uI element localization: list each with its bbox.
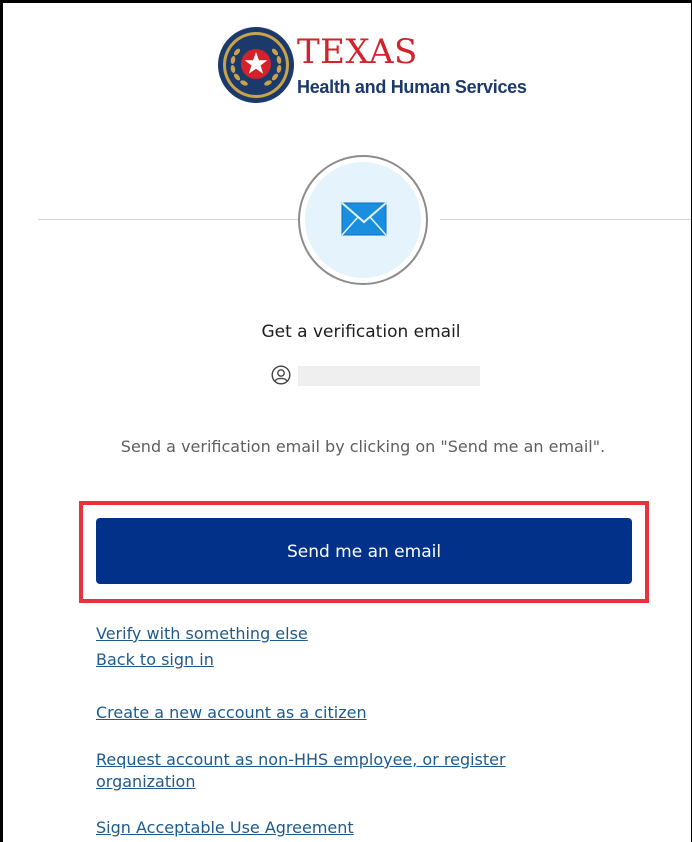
logo-title: TEXAS: [297, 32, 418, 72]
texas-hhs-logo: TEXAS Health and Human Services: [217, 23, 527, 105]
sign-agreement-link[interactable]: Sign Acceptable Use Agreement: [96, 817, 354, 839]
identifier-value: [298, 366, 480, 386]
page-title: Get a verification email: [261, 322, 461, 342]
logo-subtitle: Health and Human Services: [297, 77, 527, 97]
divider-right: [440, 219, 691, 220]
envelope-icon: [341, 202, 387, 236]
verify-other-link[interactable]: Verify with something else: [96, 623, 308, 645]
factor-icon-background: [305, 162, 421, 278]
verification-page: TEXAS Health and Human Services Get a ve…: [0, 0, 692, 842]
texas-seal-icon: [218, 27, 294, 103]
user-circle-icon: [271, 365, 291, 385]
send-email-button[interactable]: Send me an email: [96, 518, 632, 584]
back-to-sign-in-link[interactable]: Back to sign in: [96, 649, 214, 671]
divider-left: [38, 219, 300, 220]
instructions-text: Send a verification email by clicking on…: [120, 437, 606, 456]
create-account-link[interactable]: Create a new account as a citizen: [96, 702, 367, 724]
factor-icon-ring: [298, 155, 428, 285]
request-account-link[interactable]: Request account as non-HHS employee, or …: [96, 749, 586, 793]
